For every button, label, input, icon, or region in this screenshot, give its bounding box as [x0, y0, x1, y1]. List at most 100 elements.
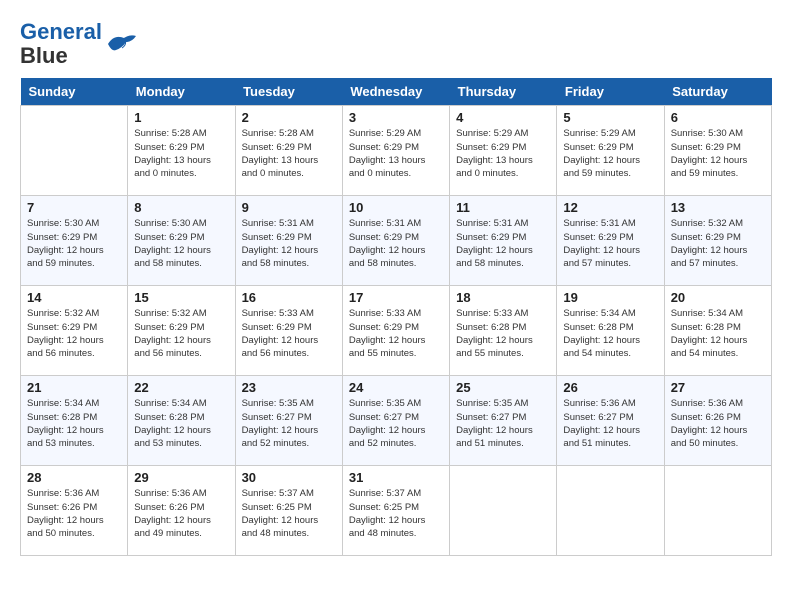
- calendar-cell: [664, 466, 771, 556]
- day-info: Sunrise: 5:29 AMSunset: 6:29 PMDaylight:…: [456, 127, 550, 180]
- day-info: Sunrise: 5:32 AMSunset: 6:29 PMDaylight:…: [671, 217, 765, 270]
- day-info: Sunrise: 5:32 AMSunset: 6:29 PMDaylight:…: [134, 307, 228, 360]
- day-info: Sunrise: 5:31 AMSunset: 6:29 PMDaylight:…: [456, 217, 550, 270]
- day-number: 3: [349, 110, 443, 125]
- column-header-friday: Friday: [557, 78, 664, 106]
- day-info: Sunrise: 5:36 AMSunset: 6:26 PMDaylight:…: [671, 397, 765, 450]
- calendar-cell: 29 Sunrise: 5:36 AMSunset: 6:26 PMDayligh…: [128, 466, 235, 556]
- column-header-sunday: Sunday: [21, 78, 128, 106]
- day-number: 21: [27, 380, 121, 395]
- day-number: 4: [456, 110, 550, 125]
- day-number: 6: [671, 110, 765, 125]
- day-number: 31: [349, 470, 443, 485]
- day-info: Sunrise: 5:29 AMSunset: 6:29 PMDaylight:…: [563, 127, 657, 180]
- day-info: Sunrise: 5:33 AMSunset: 6:29 PMDaylight:…: [349, 307, 443, 360]
- calendar-cell: 16 Sunrise: 5:33 AMSunset: 6:29 PMDayligh…: [235, 286, 342, 376]
- day-number: 28: [27, 470, 121, 485]
- calendar-table: SundayMondayTuesdayWednesdayThursdayFrid…: [20, 78, 772, 556]
- logo-bird-icon: [106, 30, 138, 58]
- column-header-thursday: Thursday: [450, 78, 557, 106]
- calendar-cell: 25Sunrise: 5:35 AMSunset: 6:27 PMDayligh…: [450, 376, 557, 466]
- calendar-cell: 2 Sunrise: 5:28 AMSunset: 6:29 PMDaylight…: [235, 106, 342, 196]
- calendar-cell: 21 Sunrise: 5:34 AMSunset: 6:28 PMDayligh…: [21, 376, 128, 466]
- calendar-cell: 13 Sunrise: 5:32 AMSunset: 6:29 PMDayligh…: [664, 196, 771, 286]
- calendar-cell: 26 Sunrise: 5:36 AMSunset: 6:27 PMDayligh…: [557, 376, 664, 466]
- calendar-cell: 1 Sunrise: 5:28 AMSunset: 6:29 PMDaylight…: [128, 106, 235, 196]
- day-number: 17: [349, 290, 443, 305]
- day-number: 2: [242, 110, 336, 125]
- day-number: 14: [27, 290, 121, 305]
- day-number: 20: [671, 290, 765, 305]
- calendar-week-row: 21 Sunrise: 5:34 AMSunset: 6:28 PMDayligh…: [21, 376, 772, 466]
- column-header-wednesday: Wednesday: [342, 78, 449, 106]
- day-number: 30: [242, 470, 336, 485]
- day-info: Sunrise: 5:28 AMSunset: 6:29 PMDaylight:…: [242, 127, 336, 180]
- calendar-cell: 24Sunrise: 5:35 AMSunset: 6:27 PMDayligh…: [342, 376, 449, 466]
- day-number: 23: [242, 380, 336, 395]
- calendar-cell: 20 Sunrise: 5:34 AMSunset: 6:28 PMDayligh…: [664, 286, 771, 376]
- day-number: 9: [242, 200, 336, 215]
- day-info: Sunrise: 5:34 AMSunset: 6:28 PMDaylight:…: [27, 397, 121, 450]
- column-header-tuesday: Tuesday: [235, 78, 342, 106]
- day-number: 19: [563, 290, 657, 305]
- calendar-week-row: 14 Sunrise: 5:32 AMSunset: 6:29 PMDayligh…: [21, 286, 772, 376]
- day-info: Sunrise: 5:34 AMSunset: 6:28 PMDaylight:…: [671, 307, 765, 360]
- day-info: Sunrise: 5:34 AMSunset: 6:28 PMDaylight:…: [563, 307, 657, 360]
- day-info: Sunrise: 5:37 AMSunset: 6:25 PMDaylight:…: [349, 487, 443, 540]
- calendar-cell: 6 Sunrise: 5:30 AMSunset: 6:29 PMDaylight…: [664, 106, 771, 196]
- day-info: Sunrise: 5:28 AMSunset: 6:29 PMDaylight:…: [134, 127, 228, 180]
- calendar-cell: 31 Sunrise: 5:37 AMSunset: 6:25 PMDayligh…: [342, 466, 449, 556]
- day-info: Sunrise: 5:33 AMSunset: 6:29 PMDaylight:…: [242, 307, 336, 360]
- day-number: 12: [563, 200, 657, 215]
- calendar-cell: 14 Sunrise: 5:32 AMSunset: 6:29 PMDayligh…: [21, 286, 128, 376]
- logo: GeneralBlue: [20, 20, 138, 68]
- day-info: Sunrise: 5:34 AMSunset: 6:28 PMDaylight:…: [134, 397, 228, 450]
- day-number: 13: [671, 200, 765, 215]
- calendar-cell: 11Sunrise: 5:31 AMSunset: 6:29 PMDayligh…: [450, 196, 557, 286]
- day-number: 5: [563, 110, 657, 125]
- calendar-cell: 9 Sunrise: 5:31 AMSunset: 6:29 PMDaylight…: [235, 196, 342, 286]
- calendar-cell: 18Sunrise: 5:33 AMSunset: 6:28 PMDayligh…: [450, 286, 557, 376]
- day-number: 7: [27, 200, 121, 215]
- day-info: Sunrise: 5:36 AMSunset: 6:27 PMDaylight:…: [563, 397, 657, 450]
- calendar-cell: 27 Sunrise: 5:36 AMSunset: 6:26 PMDayligh…: [664, 376, 771, 466]
- calendar-cell: 7Sunrise: 5:30 AMSunset: 6:29 PMDaylight…: [21, 196, 128, 286]
- day-info: Sunrise: 5:30 AMSunset: 6:29 PMDaylight:…: [134, 217, 228, 270]
- calendar-cell: 19 Sunrise: 5:34 AMSunset: 6:28 PMDayligh…: [557, 286, 664, 376]
- day-number: 10: [349, 200, 443, 215]
- day-number: 16: [242, 290, 336, 305]
- calendar-cell: 30 Sunrise: 5:37 AMSunset: 6:25 PMDayligh…: [235, 466, 342, 556]
- day-number: 22: [134, 380, 228, 395]
- day-info: Sunrise: 5:32 AMSunset: 6:29 PMDaylight:…: [27, 307, 121, 360]
- day-info: Sunrise: 5:31 AMSunset: 6:29 PMDaylight:…: [242, 217, 336, 270]
- calendar-cell: 15Sunrise: 5:32 AMSunset: 6:29 PMDayligh…: [128, 286, 235, 376]
- calendar-header-row: SundayMondayTuesdayWednesdayThursdayFrid…: [21, 78, 772, 106]
- logo-text: GeneralBlue: [20, 20, 102, 68]
- day-number: 1: [134, 110, 228, 125]
- day-info: Sunrise: 5:29 AMSunset: 6:29 PMDaylight:…: [349, 127, 443, 180]
- day-info: Sunrise: 5:30 AMSunset: 6:29 PMDaylight:…: [671, 127, 765, 180]
- calendar-cell: 22 Sunrise: 5:34 AMSunset: 6:28 PMDayligh…: [128, 376, 235, 466]
- calendar-week-row: 28 Sunrise: 5:36 AMSunset: 6:26 PMDayligh…: [21, 466, 772, 556]
- day-info: Sunrise: 5:37 AMSunset: 6:25 PMDaylight:…: [242, 487, 336, 540]
- day-info: Sunrise: 5:33 AMSunset: 6:28 PMDaylight:…: [456, 307, 550, 360]
- day-info: Sunrise: 5:36 AMSunset: 6:26 PMDaylight:…: [27, 487, 121, 540]
- calendar-cell: 12 Sunrise: 5:31 AMSunset: 6:29 PMDayligh…: [557, 196, 664, 286]
- day-number: 25: [456, 380, 550, 395]
- day-number: 27: [671, 380, 765, 395]
- calendar-cell: 3 Sunrise: 5:29 AMSunset: 6:29 PMDaylight…: [342, 106, 449, 196]
- day-info: Sunrise: 5:31 AMSunset: 6:29 PMDaylight:…: [349, 217, 443, 270]
- calendar-cell: 23 Sunrise: 5:35 AMSunset: 6:27 PMDayligh…: [235, 376, 342, 466]
- day-number: 26: [563, 380, 657, 395]
- day-info: Sunrise: 5:35 AMSunset: 6:27 PMDaylight:…: [242, 397, 336, 450]
- day-number: 8: [134, 200, 228, 215]
- calendar-cell: 4 Sunrise: 5:29 AMSunset: 6:29 PMDaylight…: [450, 106, 557, 196]
- day-info: Sunrise: 5:31 AMSunset: 6:29 PMDaylight:…: [563, 217, 657, 270]
- day-number: 29: [134, 470, 228, 485]
- day-info: Sunrise: 5:36 AMSunset: 6:26 PMDaylight:…: [134, 487, 228, 540]
- calendar-cell: [21, 106, 128, 196]
- calendar-cell: [450, 466, 557, 556]
- calendar-cell: 5 Sunrise: 5:29 AMSunset: 6:29 PMDaylight…: [557, 106, 664, 196]
- calendar-cell: 10 Sunrise: 5:31 AMSunset: 6:29 PMDayligh…: [342, 196, 449, 286]
- column-header-monday: Monday: [128, 78, 235, 106]
